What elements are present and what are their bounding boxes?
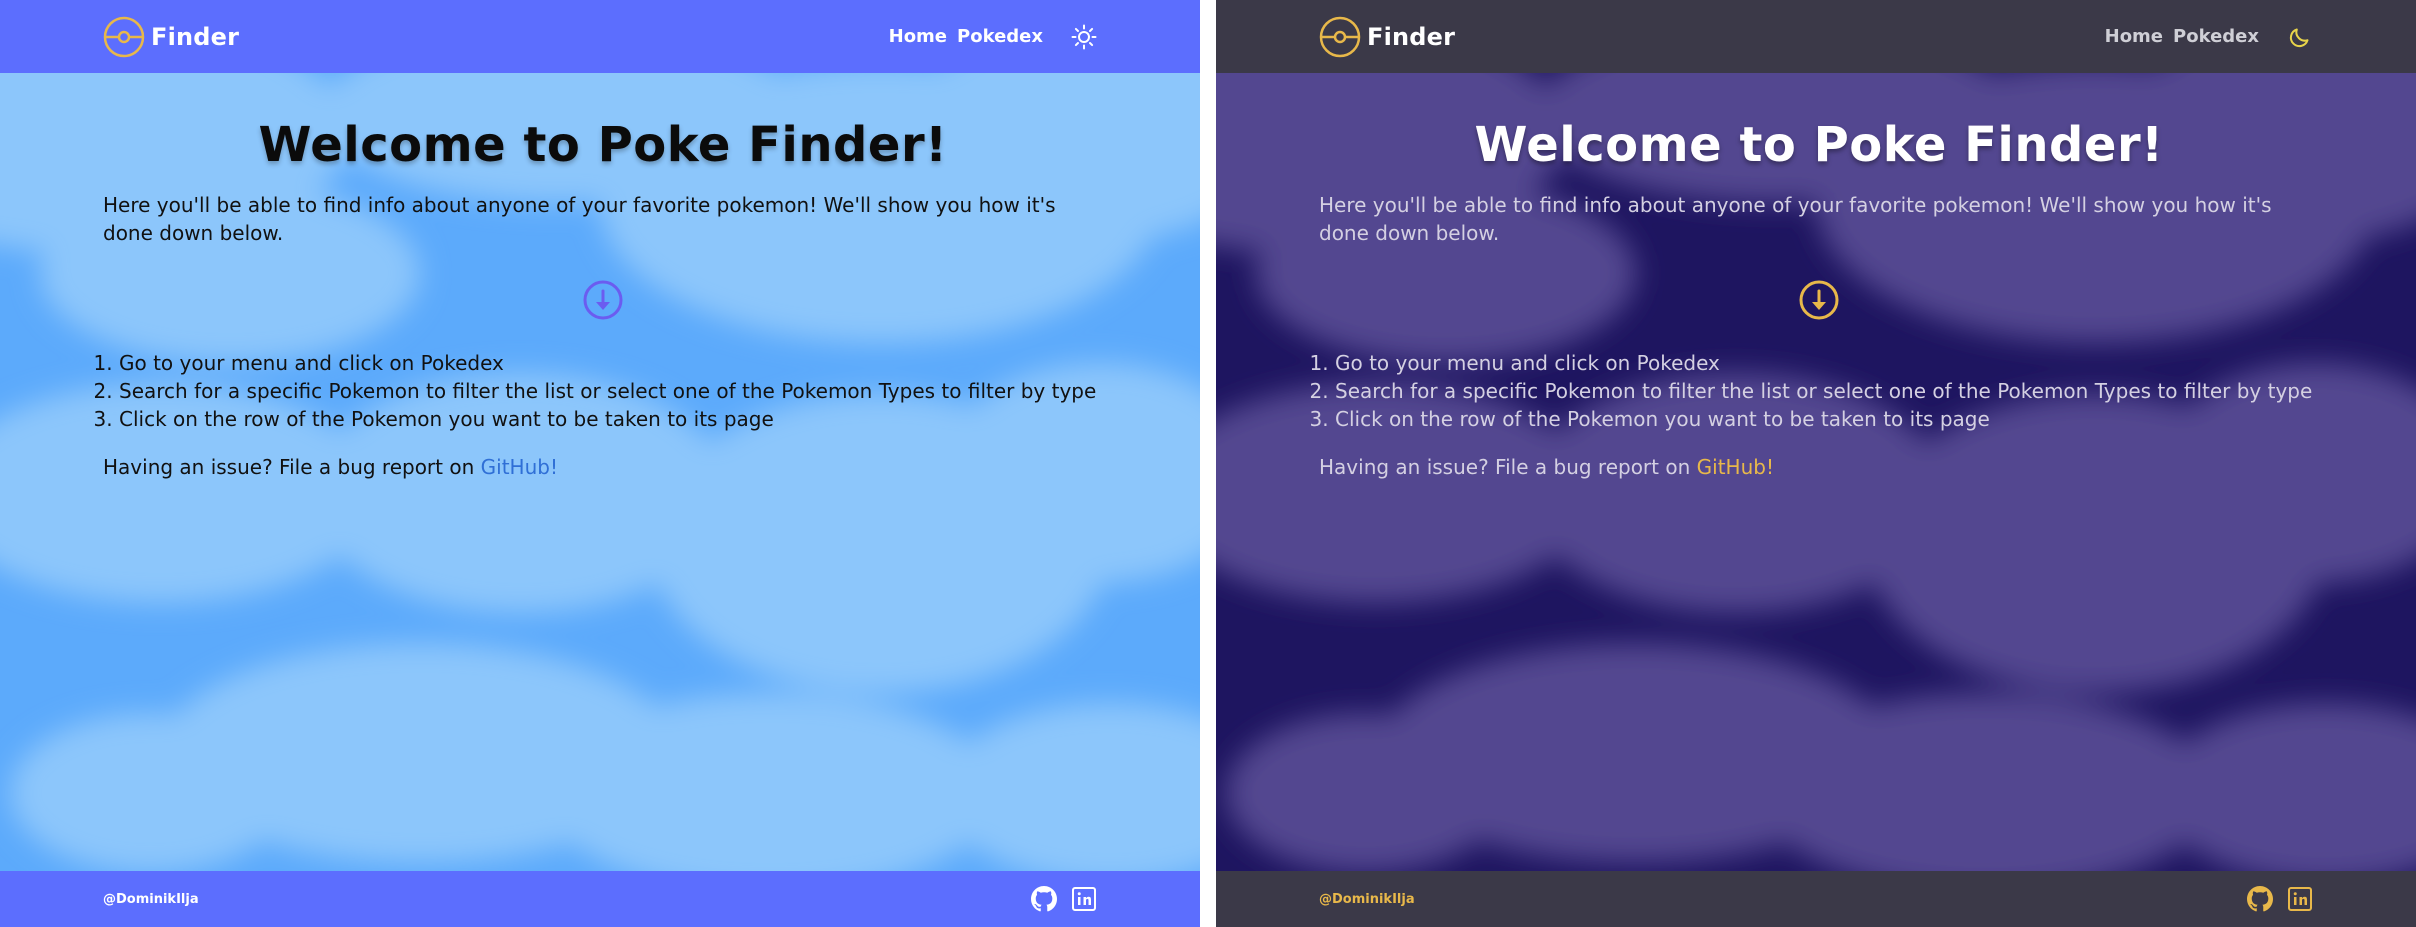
github-icon[interactable] (2247, 886, 2273, 912)
github-link[interactable]: GitHub! (481, 455, 558, 479)
scroll-down-wrap (1319, 279, 2319, 321)
issue-text: Having an issue? File a bug report on Gi… (103, 453, 1103, 481)
footer-icons (1031, 886, 1097, 912)
page-title: Welcome to Poke Finder! (1474, 117, 2164, 173)
nav-home-link[interactable]: Home (2105, 26, 2163, 47)
main-content: Welcome to Poke Finder! Here you'll be a… (1216, 73, 2416, 871)
author-handle: @DominikIlja (103, 891, 199, 907)
linkedin-icon[interactable] (1071, 886, 1097, 912)
instruction-step: Go to your menu and click on Pokedex (1335, 349, 2319, 377)
linkedin-icon[interactable] (2287, 886, 2313, 912)
intro-text: Here you'll be able to find info about a… (1319, 193, 2272, 245)
intro-text: Here you'll be able to find info about a… (103, 193, 1056, 245)
issue-text: Having an issue? File a bug report on Gi… (1319, 453, 2319, 481)
light-theme-panel: Finder Home Pokedex Welcome to Poke Find… (0, 0, 1200, 927)
arrow-down-circle-icon[interactable] (582, 279, 624, 321)
footer-icons (2247, 886, 2313, 912)
brand[interactable]: Finder (103, 16, 239, 58)
arrow-down-circle-icon[interactable] (1798, 279, 1840, 321)
author-handle: @DominikIlja (1319, 891, 1415, 907)
instruction-step: Click on the row of the Pokemon you want… (1335, 405, 2319, 433)
content: Welcome to Poke Finder! Here you'll be a… (1319, 73, 2319, 481)
instructions-list: Go to your menu and click on Pokedex Sea… (103, 349, 1103, 433)
pokeball-icon (103, 16, 145, 57)
github-link[interactable]: GitHub! (1697, 455, 1774, 479)
brand-name: Finder (151, 22, 240, 51)
navbar: Finder Home Pokedex (1216, 0, 2416, 73)
main-content: Welcome to Poke Finder! Here you'll be a… (0, 73, 1200, 871)
nav-home-link[interactable]: Home (889, 26, 947, 47)
brand[interactable]: Finder (1319, 16, 1455, 58)
footer: @DominikIlja (1216, 871, 2416, 927)
issue-label: Having an issue? File a bug report on (1319, 455, 1697, 479)
scroll-down-wrap (103, 279, 1103, 321)
navbar: Finder Home Pokedex (0, 0, 1200, 73)
nav-pokedex-link[interactable]: Pokedex (957, 26, 1043, 47)
instruction-step: Click on the row of the Pokemon you want… (119, 405, 1103, 433)
nav-links: Home Pokedex (889, 24, 1097, 50)
page-title: Welcome to Poke Finder! (258, 117, 948, 173)
github-icon[interactable] (1031, 886, 1057, 912)
instructions-list: Go to your menu and click on Pokedex Sea… (1319, 349, 2319, 433)
content: Welcome to Poke Finder! Here you'll be a… (103, 73, 1103, 481)
instruction-step: Search for a specific Pokemon to filter … (1335, 377, 2319, 405)
pokeball-icon (1319, 16, 1361, 57)
moon-icon[interactable] (2287, 24, 2313, 50)
brand-name: Finder (1367, 22, 1456, 51)
nav-links: Home Pokedex (2105, 24, 2313, 50)
instruction-step: Search for a specific Pokemon to filter … (119, 377, 1103, 405)
nav-pokedex-link[interactable]: Pokedex (2173, 26, 2259, 47)
instruction-step: Go to your menu and click on Pokedex (119, 349, 1103, 377)
footer: @DominikIlja (0, 871, 1200, 927)
dark-theme-panel: Finder Home Pokedex Welcome to Poke Find… (1216, 0, 2416, 927)
sun-icon[interactable] (1071, 24, 1097, 50)
issue-label: Having an issue? File a bug report on (103, 455, 481, 479)
